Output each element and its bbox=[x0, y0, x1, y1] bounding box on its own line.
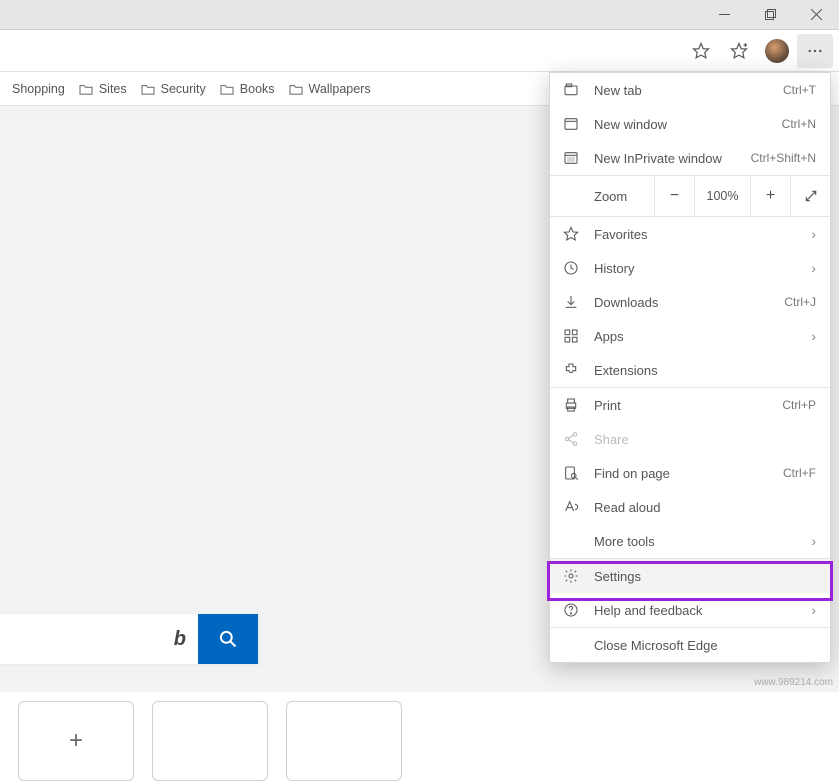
menu-item-settings[interactable]: Settings bbox=[550, 559, 830, 593]
menu-item-read-aloud[interactable]: Read aloud bbox=[550, 490, 830, 524]
zoom-label: Zoom bbox=[550, 189, 654, 204]
plus-icon: + bbox=[69, 727, 83, 755]
menu-item-label: Close Microsoft Edge bbox=[594, 638, 816, 653]
menu-item-shortcut: Ctrl+F bbox=[783, 466, 816, 480]
favbar-item-label: Books bbox=[240, 82, 275, 96]
window-titlebar bbox=[0, 0, 839, 30]
menu-item-new-window[interactable]: New window Ctrl+N bbox=[550, 107, 830, 141]
profile-button[interactable] bbox=[759, 34, 795, 68]
menu-item-label: Find on page bbox=[594, 466, 769, 481]
bing-icon: b bbox=[174, 628, 186, 651]
search-box[interactable]: b bbox=[0, 614, 258, 664]
folder-icon bbox=[79, 83, 93, 95]
avatar bbox=[765, 39, 789, 63]
menu-item-label: Apps bbox=[594, 329, 797, 344]
menu-item-label: Favorites bbox=[594, 227, 797, 242]
menu-item-shortcut: Ctrl+N bbox=[782, 117, 816, 131]
chevron-right-icon: › bbox=[811, 533, 816, 549]
browser-toolbar bbox=[0, 30, 839, 72]
favbar-item-label: Security bbox=[161, 82, 206, 96]
menu-item-label: Read aloud bbox=[594, 500, 816, 515]
menu-item-label: Settings bbox=[594, 569, 816, 584]
blank-icon bbox=[562, 532, 580, 550]
fullscreen-button[interactable] bbox=[790, 176, 830, 216]
menu-item-downloads[interactable]: Downloads Ctrl+J bbox=[550, 285, 830, 319]
folder-icon bbox=[141, 83, 155, 95]
maximize-button[interactable] bbox=[747, 0, 793, 30]
chevron-right-icon: › bbox=[811, 328, 816, 344]
menu-item-share: Share bbox=[550, 422, 830, 456]
menu-item-favorites[interactable]: Favorites › bbox=[550, 217, 830, 251]
folder-icon bbox=[220, 83, 234, 95]
quick-links: + bbox=[18, 701, 402, 781]
menu-item-shortcut: Ctrl+P bbox=[782, 398, 816, 412]
menu-item-label: Print bbox=[594, 398, 768, 413]
search-button[interactable] bbox=[198, 614, 258, 664]
menu-item-find[interactable]: Find on page Ctrl+F bbox=[550, 456, 830, 490]
folder-icon bbox=[289, 83, 303, 95]
menu-item-print[interactable]: Print Ctrl+P bbox=[550, 388, 830, 422]
chevron-right-icon: › bbox=[811, 602, 816, 618]
menu-item-label: History bbox=[594, 261, 797, 276]
favbar-item-sites[interactable]: Sites bbox=[79, 82, 127, 96]
chevron-right-icon: › bbox=[811, 260, 816, 276]
menu-item-history[interactable]: History › bbox=[550, 251, 830, 285]
more-button[interactable] bbox=[797, 34, 833, 68]
menu-item-label: Downloads bbox=[594, 295, 770, 310]
star-icon bbox=[562, 225, 580, 243]
menu-item-new-tab[interactable]: New tab Ctrl+T bbox=[550, 73, 830, 107]
menu-item-label: Share bbox=[594, 432, 816, 447]
favbar-item-books[interactable]: Books bbox=[220, 82, 275, 96]
apps-icon bbox=[562, 327, 580, 345]
favbar-item-shopping[interactable]: Shopping bbox=[12, 82, 65, 96]
share-icon bbox=[562, 430, 580, 448]
menu-item-label: More tools bbox=[594, 534, 797, 549]
menu-item-apps[interactable]: Apps › bbox=[550, 319, 830, 353]
menu-item-label: New tab bbox=[594, 83, 769, 98]
zoom-out-button[interactable]: − bbox=[654, 176, 694, 216]
menu-item-shortcut: Ctrl+Shift+N bbox=[751, 151, 816, 165]
favbar-item-security[interactable]: Security bbox=[141, 82, 206, 96]
add-tile-button[interactable]: + bbox=[18, 701, 134, 781]
zoom-value: 100% bbox=[694, 176, 750, 216]
zoom-in-button[interactable]: + bbox=[750, 176, 790, 216]
read-aloud-icon bbox=[562, 498, 580, 516]
menu-item-label: Help and feedback bbox=[594, 603, 797, 618]
menu-item-label: New InPrivate window bbox=[594, 151, 737, 166]
menu-item-new-inprivate[interactable]: New InPrivate window Ctrl+Shift+N bbox=[550, 141, 830, 175]
favbar-item-label: Wallpapers bbox=[309, 82, 371, 96]
favbar-item-label: Sites bbox=[99, 82, 127, 96]
menu-item-shortcut: Ctrl+T bbox=[783, 83, 816, 97]
inprivate-icon bbox=[562, 149, 580, 167]
print-icon bbox=[562, 396, 580, 414]
menu-item-label: Extensions bbox=[594, 363, 816, 378]
find-icon bbox=[562, 464, 580, 482]
quick-link-tile[interactable] bbox=[152, 701, 268, 781]
menu-item-close-edge[interactable]: Close Microsoft Edge bbox=[550, 628, 830, 662]
chevron-right-icon: › bbox=[811, 226, 816, 242]
extensions-icon bbox=[562, 361, 580, 379]
add-favorite-button[interactable] bbox=[683, 34, 719, 68]
favorites-button[interactable] bbox=[721, 34, 757, 68]
menu-item-zoom: Zoom − 100% + bbox=[550, 176, 830, 216]
history-icon bbox=[562, 259, 580, 277]
quick-link-tile[interactable] bbox=[286, 701, 402, 781]
menu-item-extensions[interactable]: Extensions bbox=[550, 353, 830, 387]
help-icon bbox=[562, 601, 580, 619]
download-icon bbox=[562, 293, 580, 311]
menu-item-help[interactable]: Help and feedback › bbox=[550, 593, 830, 627]
favbar-item-wallpapers[interactable]: Wallpapers bbox=[289, 82, 371, 96]
menu-item-more-tools[interactable]: More tools › bbox=[550, 524, 830, 558]
minimize-button[interactable] bbox=[701, 0, 747, 30]
watermark: www.989214.com bbox=[754, 677, 833, 688]
tab-icon bbox=[562, 81, 580, 99]
favbar-item-label: Shopping bbox=[12, 82, 65, 96]
close-button[interactable] bbox=[793, 0, 839, 30]
window-icon bbox=[562, 115, 580, 133]
gear-icon bbox=[562, 567, 580, 585]
settings-and-more-menu: New tab Ctrl+T New window Ctrl+N New InP… bbox=[549, 72, 831, 663]
menu-item-shortcut: Ctrl+J bbox=[784, 295, 816, 309]
menu-item-label: New window bbox=[594, 117, 768, 132]
blank-icon bbox=[562, 636, 580, 654]
